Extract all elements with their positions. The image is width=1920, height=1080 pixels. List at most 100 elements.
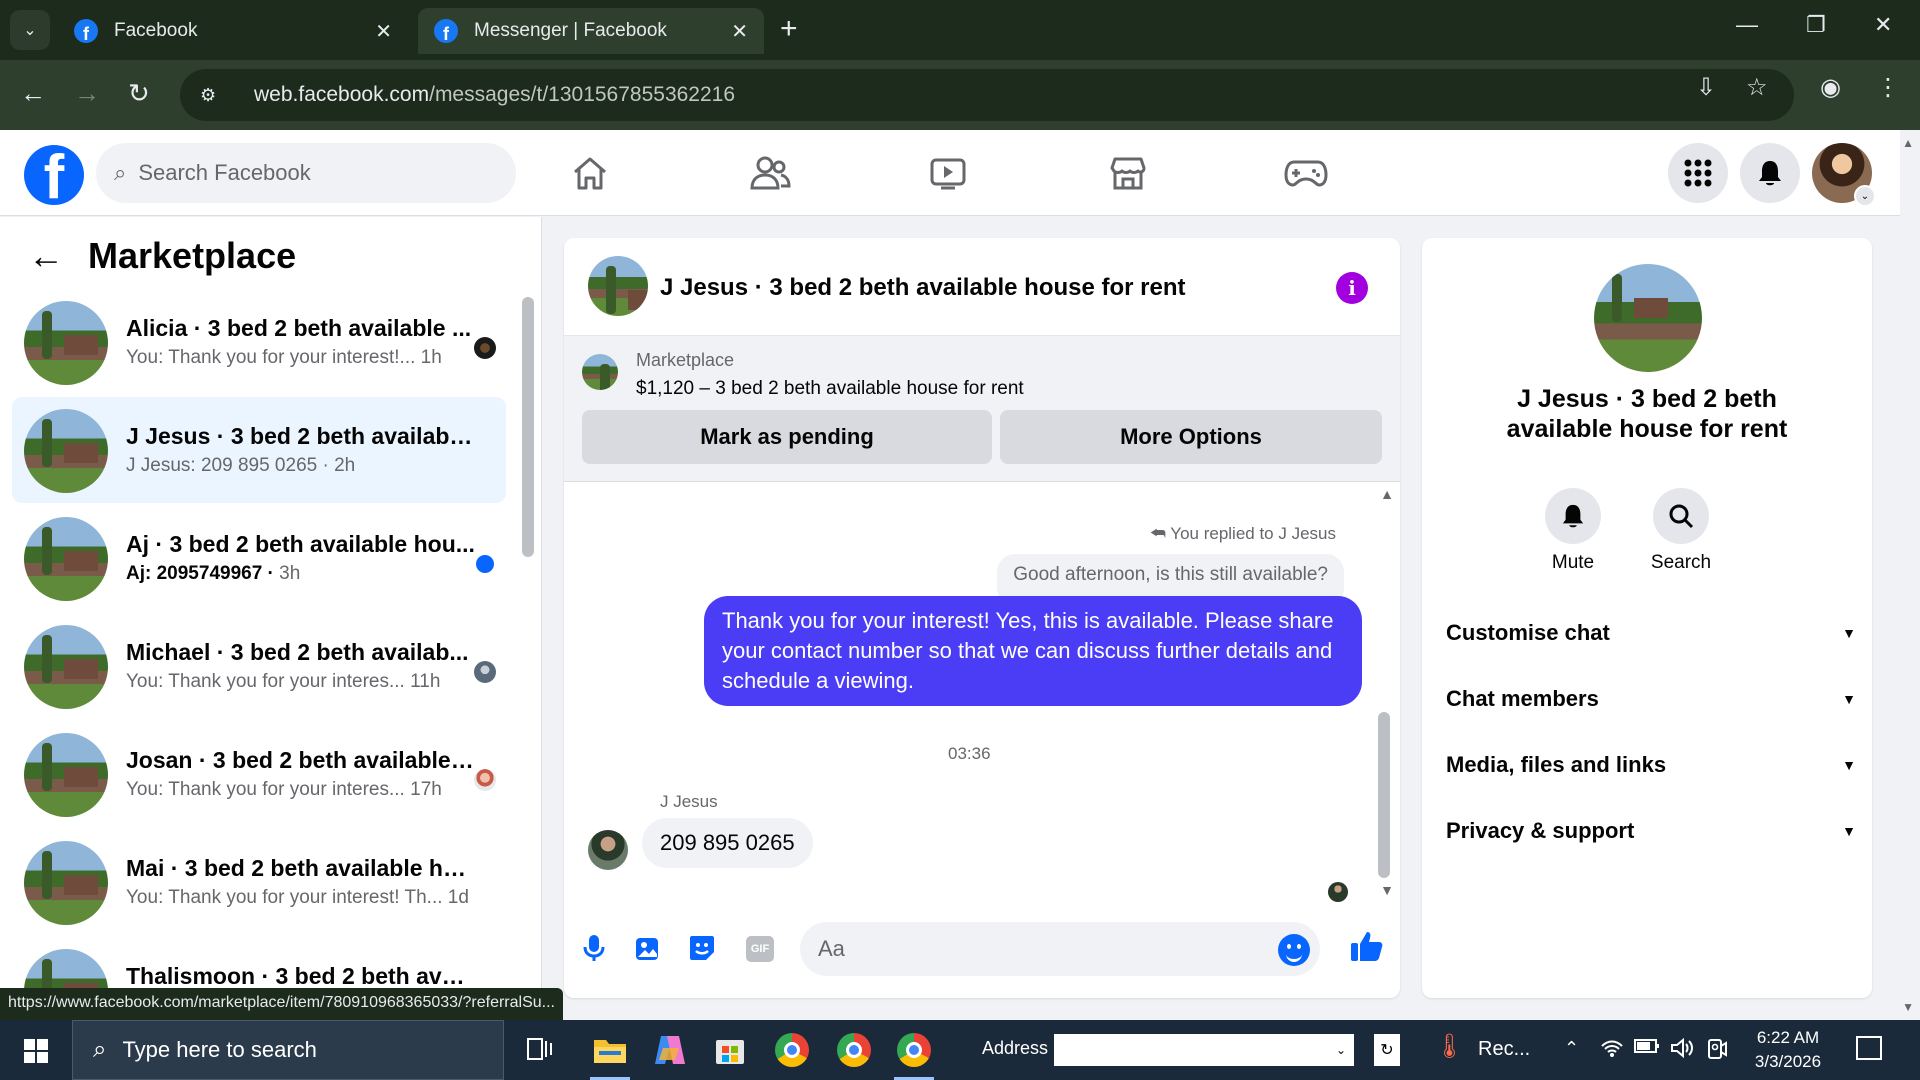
chat-list-item[interactable]: Mai · 3 bed 2 beth available hou... You:… bbox=[12, 829, 506, 935]
page-scroll-up-arrow[interactable]: ▲ bbox=[1902, 136, 1914, 150]
facebook-logo[interactable]: f bbox=[24, 145, 84, 205]
chat-list-item[interactable]: Alicia · 3 bed 2 beth available ... You:… bbox=[12, 289, 506, 395]
facebook-search-input[interactable] bbox=[138, 160, 439, 186]
taskbar-search[interactable]: ⌕ bbox=[72, 1020, 504, 1080]
mute-button[interactable]: Mute bbox=[1528, 488, 1618, 574]
windows-start-icon[interactable] bbox=[24, 1039, 48, 1063]
task-view-icon[interactable] bbox=[520, 1030, 560, 1070]
thermometer-icon[interactable]: 🌡 bbox=[1434, 1032, 1464, 1061]
chat-list-item[interactable]: Thalismoon · 3 bed 2 beth availa... bbox=[12, 937, 506, 990]
mark-as-pending-button[interactable]: Mark as pending bbox=[582, 410, 992, 464]
thread-scroll-down-arrow[interactable]: ▼ bbox=[1380, 882, 1394, 898]
bookmark-star-icon[interactable]: ☆ bbox=[1746, 73, 1768, 102]
wifi-icon[interactable] bbox=[1600, 1038, 1624, 1063]
outgoing-message[interactable]: Thank you for your interest! Yes, this i… bbox=[704, 596, 1362, 706]
conversation-avatar[interactable] bbox=[588, 256, 648, 316]
gif-icon[interactable]: GIF bbox=[746, 936, 774, 962]
privacy-support-section[interactable]: Privacy & support ▼ bbox=[1446, 806, 1856, 856]
dropdown-arrow-icon[interactable]: ⌄ bbox=[1336, 1043, 1346, 1057]
chrome-active-icon[interactable] bbox=[894, 1030, 934, 1080]
media-files-links-section[interactable]: Media, files and links ▼ bbox=[1446, 740, 1856, 790]
message-input[interactable] bbox=[818, 936, 1258, 962]
conversation-panel: J Jesus · 3 bed 2 beth available house f… bbox=[564, 238, 1400, 998]
meet-now-icon[interactable] bbox=[1706, 1038, 1728, 1065]
chat-list-item[interactable]: Michael · 3 bed 2 beth availab... You: T… bbox=[12, 613, 506, 719]
show-hidden-icons[interactable]: ⌃ bbox=[1564, 1038, 1579, 1059]
menu-grid-button[interactable] bbox=[1668, 143, 1728, 203]
home-icon[interactable] bbox=[560, 150, 620, 196]
address-bar[interactable]: ⚙ web.facebook.com/messages/t/1301567855… bbox=[180, 69, 1794, 121]
refresh-icon[interactable]: ↻ bbox=[1374, 1034, 1400, 1066]
chrome-profile-icon[interactable] bbox=[834, 1030, 874, 1070]
install-app-icon[interactable]: ⇩ bbox=[1696, 73, 1716, 102]
chat-list-item-selected[interactable]: J Jesus · 3 bed 2 beth available h... J … bbox=[12, 397, 506, 503]
panel-header: ← Marketplace bbox=[28, 235, 296, 277]
search-in-chat-button[interactable]: Search bbox=[1636, 488, 1726, 574]
more-options-button[interactable]: More Options bbox=[1000, 410, 1382, 464]
chat-members-section[interactable]: Chat members ▼ bbox=[1446, 674, 1856, 724]
file-explorer-icon[interactable] bbox=[590, 1030, 630, 1080]
browser-toolbar: ← → ↻ ⚙ web.facebook.com/messages/t/1301… bbox=[0, 60, 1920, 130]
restore-button[interactable]: ❐ bbox=[1806, 12, 1826, 38]
copilot-icon[interactable] bbox=[650, 1030, 690, 1070]
close-window-button[interactable]: ✕ bbox=[1874, 12, 1892, 38]
details-avatar[interactable] bbox=[1594, 264, 1702, 372]
address-toolbar-input[interactable]: ⌄ bbox=[1054, 1034, 1354, 1066]
minimize-button[interactable]: — bbox=[1736, 12, 1758, 38]
emoji-icon[interactable] bbox=[1278, 934, 1310, 966]
volume-icon[interactable] bbox=[1670, 1037, 1694, 1063]
thumbs-up-icon[interactable] bbox=[1350, 930, 1384, 967]
chat-list-item[interactable]: Josan · 3 bed 2 beth available ... You: … bbox=[12, 721, 506, 827]
photo-icon[interactable] bbox=[632, 932, 664, 964]
chat-name: Michael · 3 bed 2 beth availab... bbox=[126, 639, 469, 665]
chat-list-item[interactable]: Aj · 3 bed 2 beth available hou... Aj: 2… bbox=[12, 505, 506, 611]
browser-tab-messenger[interactable]: f Messenger | Facebook ✕ bbox=[418, 8, 764, 54]
close-tab-icon[interactable]: ✕ bbox=[375, 19, 392, 44]
customise-chat-section[interactable]: Customise chat ▼ bbox=[1446, 608, 1856, 658]
taskbar-search-input[interactable] bbox=[122, 1037, 483, 1063]
listing-title[interactable]: $1,120 – 3 bed 2 beth available house fo… bbox=[636, 378, 1024, 400]
site-settings-icon[interactable]: ⚙ bbox=[200, 85, 224, 106]
account-avatar[interactable]: ⌄ bbox=[1812, 143, 1876, 207]
tab-search-button[interactable]: ⌄ bbox=[10, 10, 50, 50]
reload-button[interactable]: ↻ bbox=[128, 78, 150, 109]
link-status-bar: https://www.facebook.com/marketplace/ite… bbox=[0, 988, 563, 1020]
page-scroll-down-arrow[interactable]: ▼ bbox=[1902, 1000, 1914, 1014]
conversation-title[interactable]: J Jesus · 3 bed 2 beth available house f… bbox=[660, 274, 1186, 302]
microphone-icon[interactable] bbox=[578, 932, 610, 964]
incoming-message[interactable]: 209 895 0265 bbox=[642, 818, 813, 868]
close-tab-icon[interactable]: ✕ bbox=[731, 19, 748, 44]
chrome-icon[interactable] bbox=[772, 1030, 812, 1070]
listing-thumbnail[interactable] bbox=[582, 354, 618, 390]
forward-button[interactable]: → bbox=[74, 78, 100, 109]
browser-tab-facebook[interactable]: f Facebook ✕ bbox=[58, 8, 408, 54]
profile-icon[interactable]: ◉ bbox=[1820, 73, 1841, 102]
sticker-icon[interactable] bbox=[686, 932, 718, 964]
listing-banner: Marketplace $1,120 – 3 bed 2 beth availa… bbox=[564, 336, 1400, 482]
sender-avatar[interactable] bbox=[588, 830, 628, 870]
message-input-box[interactable] bbox=[800, 922, 1320, 976]
marketplace-icon[interactable] bbox=[1098, 150, 1158, 196]
weather-label[interactable]: Rec... bbox=[1478, 1038, 1530, 1061]
listing-thumbnail bbox=[24, 733, 108, 817]
notification-center-icon[interactable] bbox=[1856, 1036, 1882, 1060]
back-arrow-icon[interactable]: ← bbox=[28, 235, 64, 277]
info-icon[interactable]: i bbox=[1336, 272, 1368, 304]
microsoft-store-icon[interactable] bbox=[710, 1030, 750, 1070]
back-button[interactable]: ← bbox=[20, 78, 46, 109]
battery-icon[interactable] bbox=[1634, 1038, 1660, 1059]
message-timestamp: 03:36 bbox=[948, 744, 991, 763]
chat-details-panel: J Jesus · 3 bed 2 beth available house f… bbox=[1422, 238, 1872, 998]
chat-preview: You: Thank you for your interest! Th... … bbox=[126, 887, 469, 908]
video-icon[interactable] bbox=[918, 150, 978, 196]
system-clock[interactable]: 6:22 AM 3/3/2026 bbox=[1748, 1026, 1828, 1074]
friends-icon[interactable] bbox=[740, 150, 800, 196]
notifications-button[interactable] bbox=[1740, 143, 1800, 203]
thread-scroll-up-arrow[interactable]: ▲ bbox=[1380, 486, 1394, 502]
new-tab-button[interactable]: + bbox=[780, 12, 798, 46]
chat-list-scrollbar[interactable] bbox=[522, 297, 534, 557]
thread-scrollbar[interactable] bbox=[1378, 712, 1390, 878]
facebook-search[interactable]: ⌕ bbox=[96, 143, 516, 203]
browser-menu-icon[interactable]: ⋮ bbox=[1876, 73, 1900, 102]
gaming-icon[interactable] bbox=[1276, 150, 1336, 196]
